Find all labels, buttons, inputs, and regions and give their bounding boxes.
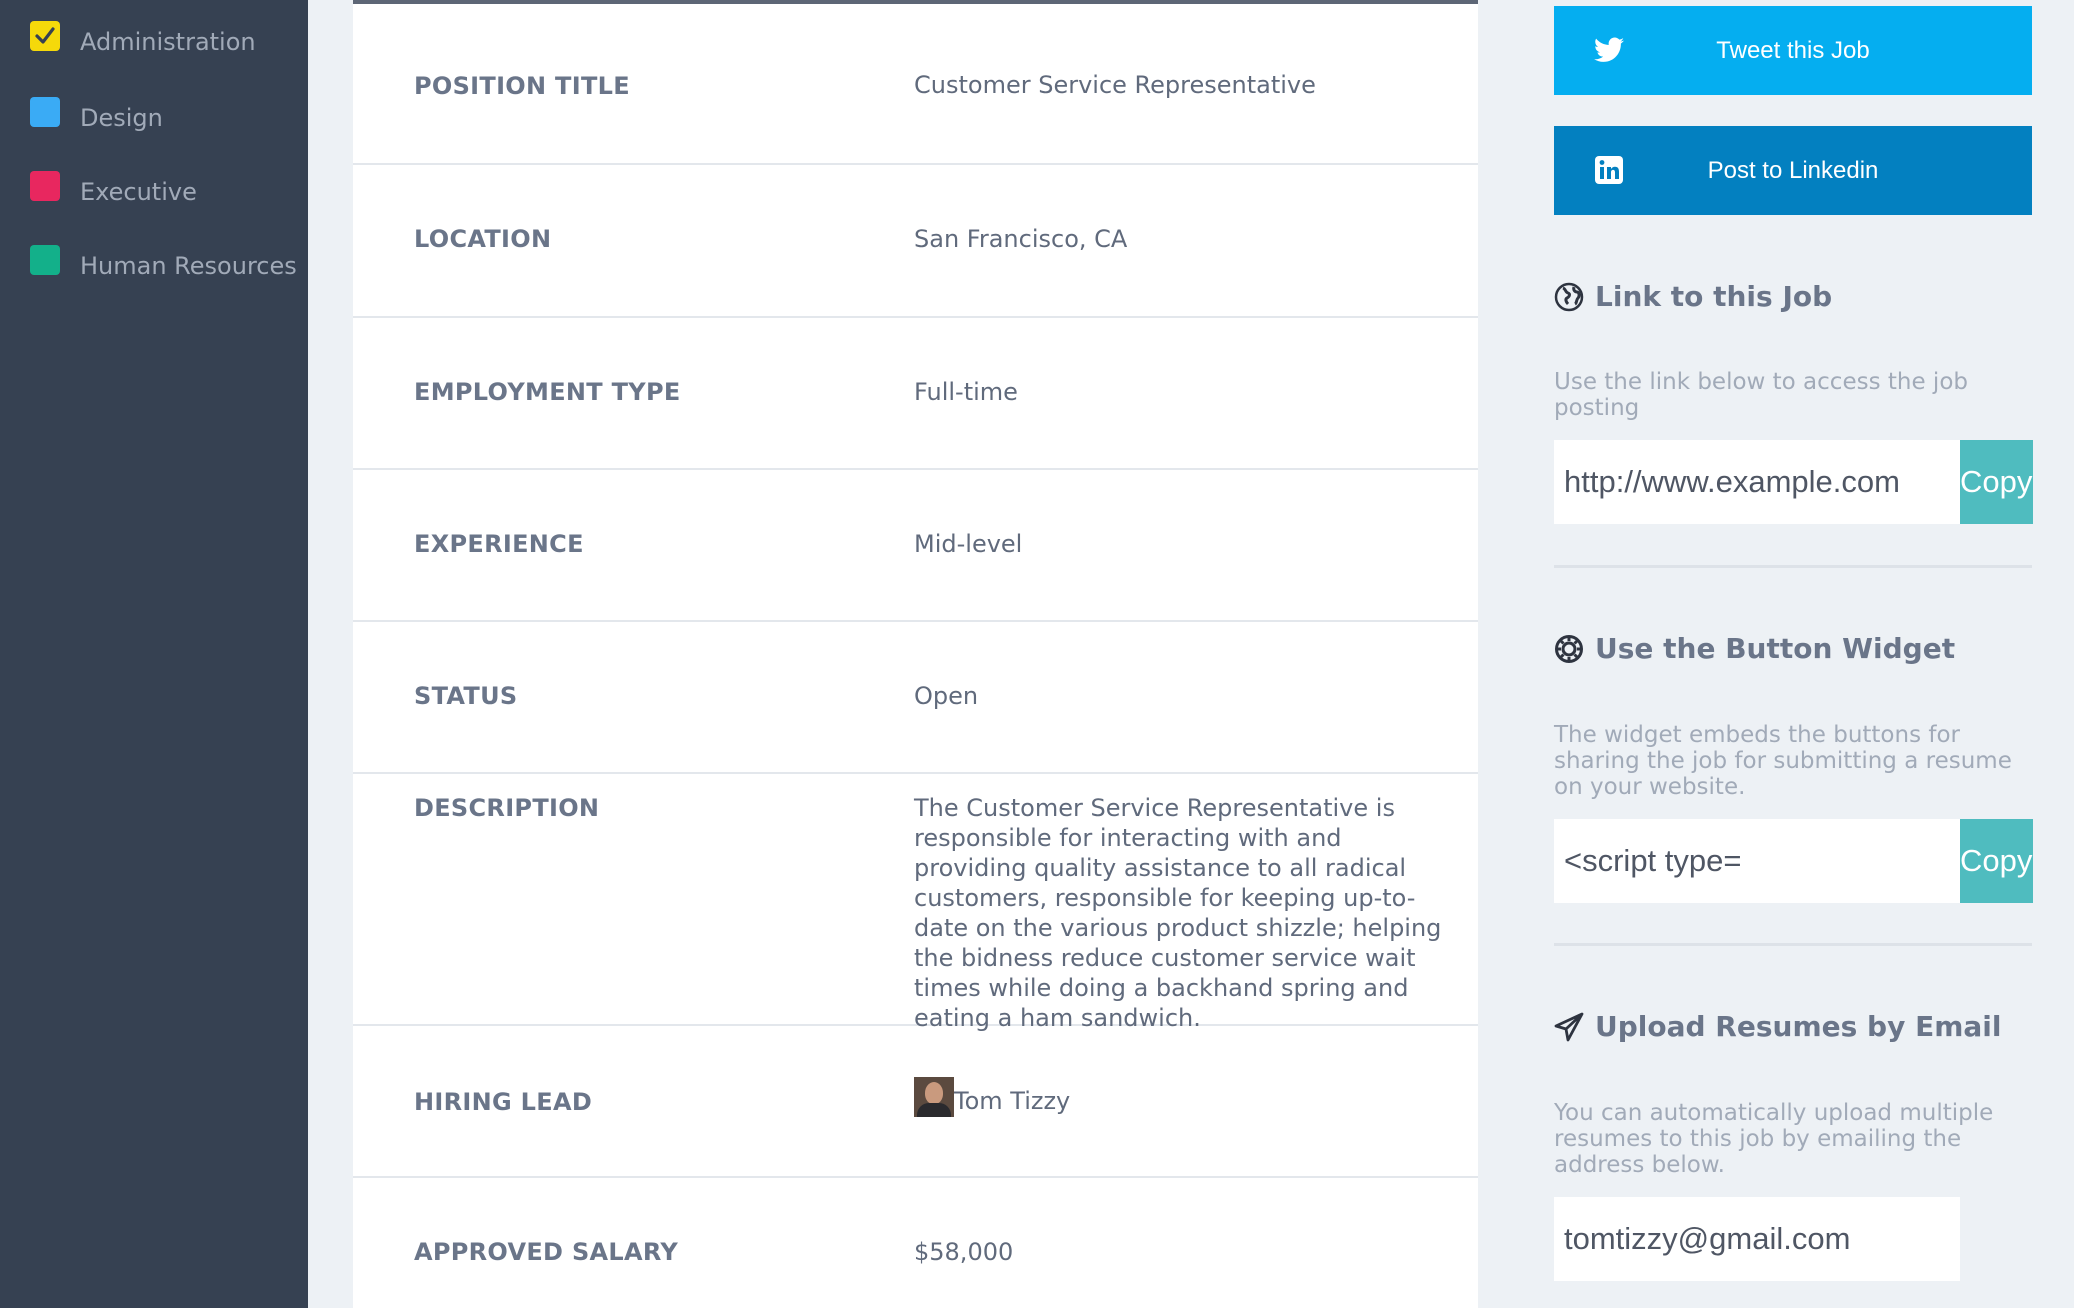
widget-code-field[interactable] [1554,819,1960,903]
upload-email-field[interactable] [1554,1197,1960,1281]
detail-row-approved-salary: APPROVED SALARY $58,000 [353,1178,1478,1308]
field-label: POSITION TITLE [414,72,630,100]
field-value: Open [914,682,979,710]
field-value: San Francisco, CA [914,225,1128,253]
field-label: APPROVED SALARY [414,1238,679,1266]
field-value: Mid-level [914,530,1023,558]
gear-icon [1554,634,1584,664]
detail-row-hiring-lead: HIRING LEAD Tom Tizzy [353,1026,1478,1178]
copy-widget-button[interactable]: Copy [1960,819,2033,903]
detail-row-employment-type: EMPLOYMENT TYPE Full-time [353,318,1478,470]
field-value: Customer Service Representative [914,71,1316,99]
hiring-lead-name: Tom Tizzy [954,1087,1071,1115]
tweet-job-button[interactable]: Tweet this Job [1554,6,2032,95]
sidebar-item-human-resources[interactable]: Human Resources [30,245,297,286]
job-details-card: POSITION TITLE Customer Service Represen… [353,0,1478,1308]
detail-row-description: DESCRIPTION The Customer Service Represe… [353,774,1478,1032]
link-section-title-text: Link to this Job [1595,280,1833,313]
widget-section-description: The widget embeds the buttons for sharin… [1554,722,2012,800]
sidebar-item-label: Design [80,104,163,132]
field-label: EXPERIENCE [414,530,584,558]
section-divider [1554,565,2032,568]
hiring-lead-value: Tom Tizzy [914,1077,1454,1117]
post-linkedin-button[interactable]: Post to Linkedin [1554,126,2032,215]
twitter-icon [1594,35,1624,65]
widget-section-title: Use the Button Widget [1554,632,1955,665]
link-section-description: Use the link below to access the job pos… [1554,369,1968,421]
globe-icon [1554,282,1584,312]
color-swatch-icon[interactable] [30,97,60,127]
job-link-field[interactable] [1554,440,1960,524]
sidebar-item-design[interactable]: Design [30,97,163,138]
copy-link-button[interactable]: Copy [1960,440,2033,524]
field-label: LOCATION [414,225,552,253]
paper-plane-icon [1554,1012,1584,1042]
detail-row-status: STATUS Open [353,622,1478,774]
field-value: Full-time [914,378,1018,406]
field-label: STATUS [414,682,518,710]
detail-row-experience: EXPERIENCE Mid-level [353,470,1478,622]
sidebar-item-label: Executive [80,178,197,206]
widget-section-title-text: Use the Button Widget [1595,632,1956,665]
tweet-button-label: Tweet this Job [1716,36,1870,64]
detail-row-position-title: POSITION TITLE Customer Service Represen… [353,4,1478,165]
field-value: $58,000 [914,1238,1014,1266]
sidebar-item-label: Administration [80,28,256,56]
detail-row-location: LOCATION San Francisco, CA [353,165,1478,318]
email-section-description: You can automatically upload multiple re… [1554,1100,1994,1178]
field-label: EMPLOYMENT TYPE [414,378,681,406]
sidebar-item-administration[interactable]: Administration [30,21,256,62]
field-label: DESCRIPTION [414,794,600,822]
color-swatch-icon[interactable] [30,245,60,275]
sidebar-item-executive[interactable]: Executive [30,171,197,212]
section-divider [1554,943,2032,946]
field-label: HIRING LEAD [414,1088,593,1116]
category-sidebar: Administration Design Executive Human Re… [0,0,308,1308]
linkedin-icon [1594,155,1624,185]
field-value: The Customer Service Representative is r… [914,794,1442,1032]
color-swatch-icon[interactable] [30,171,60,201]
link-section-title: Link to this Job [1554,280,1832,313]
checkbox-checked-icon[interactable] [30,21,60,51]
avatar [914,1077,954,1117]
email-section-title-text: Upload Resumes by Email [1595,1010,2002,1043]
sidebar-item-label: Human Resources [80,252,297,280]
linkedin-button-label: Post to Linkedin [1707,156,1879,184]
email-section-title: Upload Resumes by Email [1554,1010,2001,1043]
